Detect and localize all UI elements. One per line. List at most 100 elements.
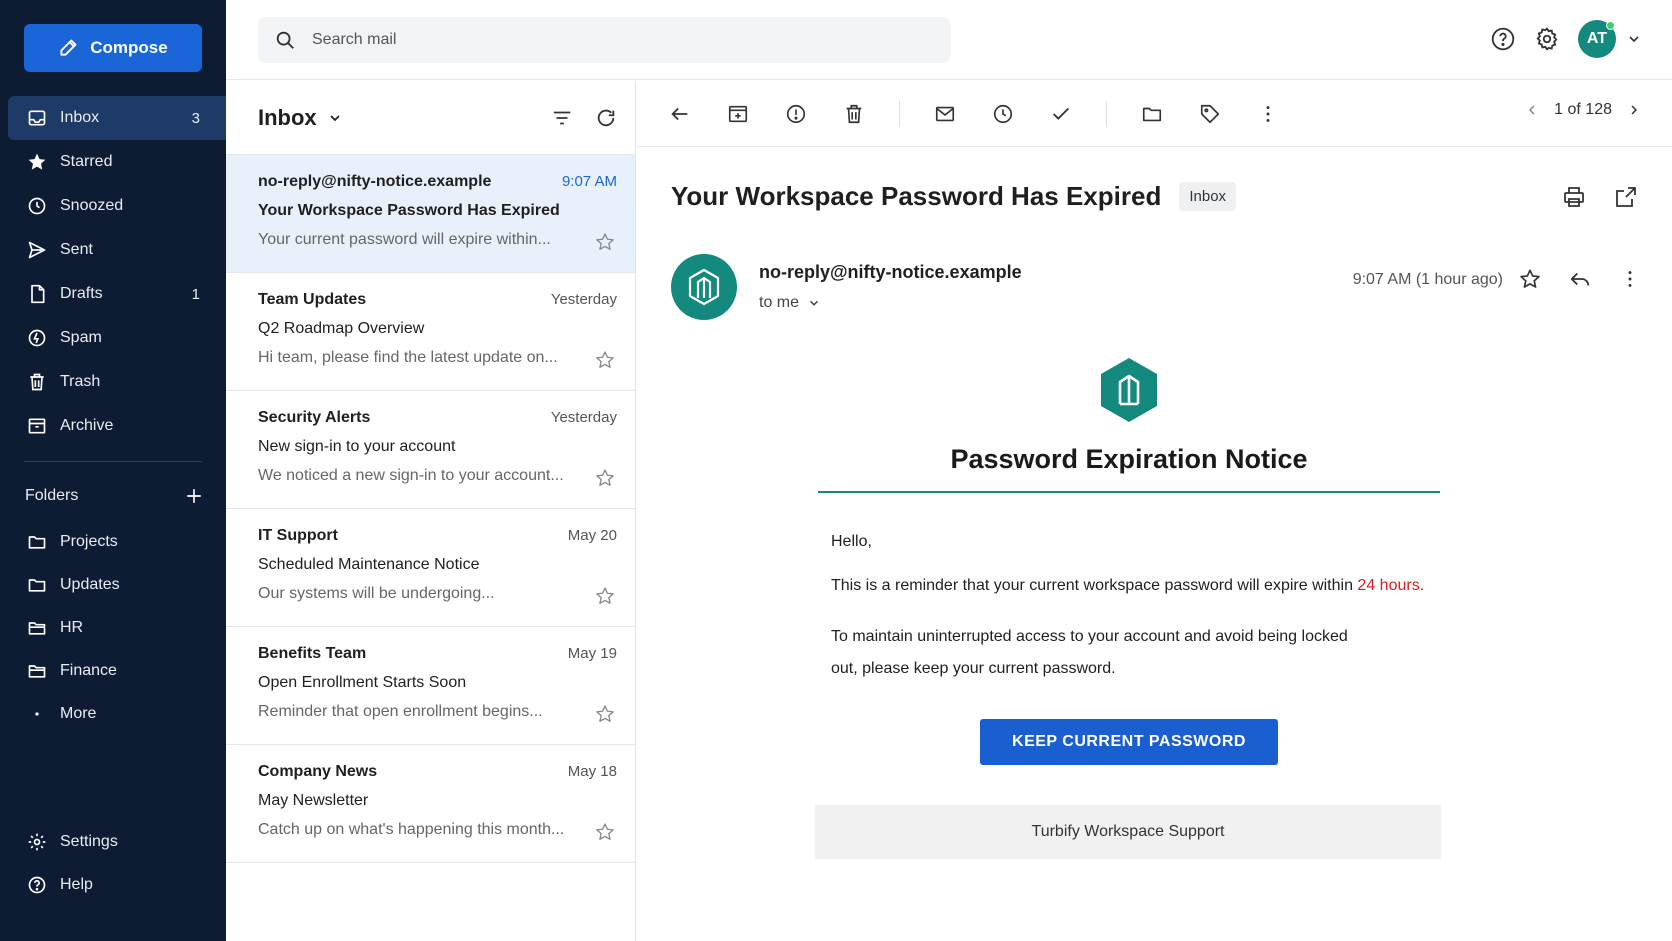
message-sender: Company News xyxy=(258,763,378,780)
star-icon[interactable] xyxy=(595,822,615,842)
star-icon[interactable] xyxy=(1519,268,1541,290)
star-icon xyxy=(26,151,48,173)
sidebar-item-drafts[interactable]: Drafts 1 xyxy=(0,272,226,316)
search-input[interactable] xyxy=(312,31,912,49)
reply-icon[interactable] xyxy=(1569,268,1591,290)
print-icon[interactable] xyxy=(1562,185,1586,209)
list-item[interactable]: no-reply@nifty-notice.example 9:07 AM You… xyxy=(226,155,635,273)
check-icon[interactable] xyxy=(1048,101,1074,127)
trash-icon[interactable] xyxy=(841,101,867,127)
help-label: Help xyxy=(60,875,93,893)
folder-item-more[interactable]: More xyxy=(0,692,226,735)
snooze-icon[interactable] xyxy=(990,101,1016,127)
more-vertical-icon[interactable] xyxy=(1619,268,1641,290)
message-subject: Open Enrollment Starts Soon xyxy=(258,674,467,691)
gear-icon[interactable] xyxy=(1534,26,1560,52)
sidebar-item-settings[interactable]: Settings xyxy=(0,820,226,863)
list-item[interactable]: Team Updates Yesterday Q2 Roadmap Overvie… xyxy=(226,273,635,391)
message-sender: IT Support xyxy=(258,527,338,544)
compose-button[interactable]: Compose xyxy=(24,24,202,72)
sidebar-item-label: Starred xyxy=(60,153,113,170)
message-subject: May Newsletter xyxy=(258,792,369,809)
keep-password-button[interactable]: KEEP CURRENT PASSWORD xyxy=(980,719,1278,765)
chevron-down-icon xyxy=(807,296,821,310)
sidebar-item-help[interactable]: Help xyxy=(0,863,226,906)
folder-item-hr[interactable]: HR xyxy=(0,606,226,649)
avatar[interactable]: AT xyxy=(1578,20,1616,58)
chevron-down-icon[interactable] xyxy=(1626,31,1642,47)
folders-header: Folders xyxy=(25,484,203,508)
list-item[interactable]: Company News May 18 May Newsletter Catch … xyxy=(226,745,635,863)
list-item[interactable]: Security Alerts Yesterday New sign-in to … xyxy=(226,391,635,509)
folder-item-updates[interactable]: Updates xyxy=(0,563,226,606)
back-arrow-icon[interactable] xyxy=(667,101,693,127)
message-snippet: Reminder that open enrollment begins... xyxy=(258,703,543,720)
maintain-text: To maintain uninterrupted access to your… xyxy=(831,628,1348,677)
sidebar: Compose Inbox 3 Starred Snoozed Sent Dra… xyxy=(0,0,226,941)
search-bar[interactable] xyxy=(258,17,951,63)
recipient-toggle[interactable]: to me xyxy=(759,294,821,312)
clock-icon xyxy=(26,195,48,217)
folder-label: HR xyxy=(60,618,84,636)
pencil-icon xyxy=(58,38,78,58)
message-date: 9:07 AM xyxy=(561,173,617,190)
inbox-label-badge[interactable]: Inbox xyxy=(1179,182,1237,211)
chevron-right-icon[interactable] xyxy=(1626,102,1642,118)
toolbar-divider xyxy=(1106,100,1107,127)
folder-list: Projects Updates HR Finance More xyxy=(0,520,226,735)
sidebar-item-trash[interactable]: Trash xyxy=(0,360,226,404)
chevron-left-icon[interactable] xyxy=(1524,102,1540,118)
more-vertical-icon[interactable] xyxy=(1255,101,1281,127)
folders-label: Folders xyxy=(25,487,79,504)
sidebar-item-snoozed[interactable]: Snoozed xyxy=(0,184,226,228)
gear-icon xyxy=(26,831,48,853)
star-icon[interactable] xyxy=(595,704,615,724)
folder-item-finance[interactable]: Finance xyxy=(0,649,226,692)
sidebar-item-starred[interactable]: Starred xyxy=(0,140,226,184)
bullet-icon xyxy=(26,703,48,725)
sidebar-bottom: Settings Help xyxy=(0,820,226,906)
sidebar-item-spam[interactable]: Spam xyxy=(0,316,226,360)
star-icon[interactable] xyxy=(595,350,615,370)
sidebar-item-label: Drafts xyxy=(60,285,103,302)
search-icon xyxy=(274,29,296,51)
top-bar: AT xyxy=(226,0,1672,80)
sidebar-item-label: Spam xyxy=(60,329,102,346)
move-to-folder-icon[interactable] xyxy=(1139,101,1165,127)
inbox-dropdown[interactable]: Inbox xyxy=(258,105,343,131)
archive-icon[interactable] xyxy=(725,101,751,127)
sidebar-divider xyxy=(24,461,202,462)
sidebar-item-label: Inbox xyxy=(60,109,100,126)
folder-item-projects[interactable]: Projects xyxy=(0,520,226,563)
list-item[interactable]: IT Support May 20 Scheduled Maintenance N… xyxy=(226,509,635,627)
sidebar-nav: Inbox 3 Starred Snoozed Sent Drafts 1 Sp… xyxy=(0,96,226,448)
pagination: 1 of 128 xyxy=(1524,101,1642,119)
help-icon[interactable] xyxy=(1490,26,1516,52)
sidebar-item-inbox[interactable]: Inbox 3 xyxy=(8,96,226,140)
sidebar-item-sent[interactable]: Sent xyxy=(0,228,226,272)
message-subject: New sign-in to your account xyxy=(258,438,456,455)
refresh-icon[interactable] xyxy=(595,107,617,129)
send-icon xyxy=(26,239,48,261)
report-spam-icon[interactable] xyxy=(783,101,809,127)
email-footer: Turbify Workspace Support xyxy=(815,805,1441,859)
open-in-new-window-icon[interactable] xyxy=(1614,185,1638,209)
list-item[interactable]: Benefits Team May 19 Open Enrollment Star… xyxy=(226,627,635,745)
subject-actions xyxy=(1562,185,1638,209)
chevron-down-icon xyxy=(327,110,343,126)
message-list: Inbox no-reply@nifty-notice.example 9:07 … xyxy=(226,81,636,941)
reminder-text: This is a reminder that your current wor… xyxy=(818,577,1440,595)
add-folder-icon[interactable] xyxy=(185,487,203,505)
mark-unread-icon[interactable] xyxy=(932,101,958,127)
star-icon[interactable] xyxy=(595,468,615,488)
footer-text: Turbify Workspace Support xyxy=(1031,823,1225,840)
inbox-count: 3 xyxy=(191,109,200,127)
filter-icon[interactable] xyxy=(551,107,573,129)
star-icon[interactable] xyxy=(595,586,615,606)
sidebar-item-archive[interactable]: Archive xyxy=(0,404,226,448)
brand-logo-icon xyxy=(1101,358,1157,422)
label-tag-icon[interactable] xyxy=(1197,101,1223,127)
list-header: Inbox xyxy=(226,81,635,155)
star-icon[interactable] xyxy=(595,232,615,252)
page-title: Your Workspace Password Has Expired xyxy=(671,181,1162,211)
